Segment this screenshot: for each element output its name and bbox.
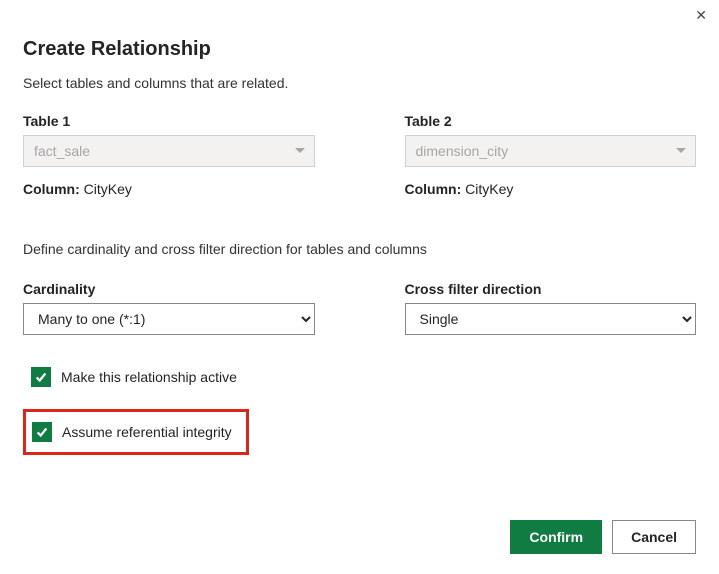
- checkbox-referential-label: Assume referential integrity: [62, 424, 232, 440]
- checkbox-active[interactable]: [31, 367, 51, 387]
- cardinality-label: Cardinality: [23, 281, 315, 297]
- crossfilter-label: Cross filter direction: [405, 281, 697, 297]
- dialog-subtitle: Select tables and columns that are relat…: [23, 75, 696, 91]
- dialog-footer: Confirm Cancel: [510, 520, 696, 554]
- table1-column-value: CityKey: [84, 181, 132, 197]
- table2-label: Table 2: [405, 113, 697, 129]
- cardinality-select[interactable]: Many to one (*:1): [23, 303, 315, 335]
- table1-column-label: Column:: [23, 181, 80, 197]
- checkbox-referential[interactable]: [32, 422, 52, 442]
- close-icon[interactable]: ✕: [695, 8, 707, 22]
- crossfilter-select[interactable]: Single: [405, 303, 697, 335]
- check-icon: [34, 370, 48, 384]
- define-text: Define cardinality and cross filter dire…: [23, 241, 696, 257]
- table2-column-label: Column:: [405, 181, 462, 197]
- table1-column: Column: CityKey: [23, 181, 315, 197]
- table1-label: Table 1: [23, 113, 315, 129]
- create-relationship-dialog: Create Relationship Select tables and co…: [0, 0, 719, 455]
- dialog-title: Create Relationship: [23, 38, 696, 61]
- table2-column: Column: CityKey: [405, 181, 697, 197]
- confirm-button[interactable]: Confirm: [510, 520, 602, 554]
- table2-select[interactable]: [405, 135, 697, 167]
- table2-column-value: CityKey: [465, 181, 513, 197]
- table1-select[interactable]: [23, 135, 315, 167]
- cancel-button[interactable]: Cancel: [612, 520, 696, 554]
- checkbox-active-label: Make this relationship active: [61, 369, 237, 385]
- check-icon: [35, 425, 49, 439]
- referential-integrity-highlight: Assume referential integrity: [23, 409, 249, 455]
